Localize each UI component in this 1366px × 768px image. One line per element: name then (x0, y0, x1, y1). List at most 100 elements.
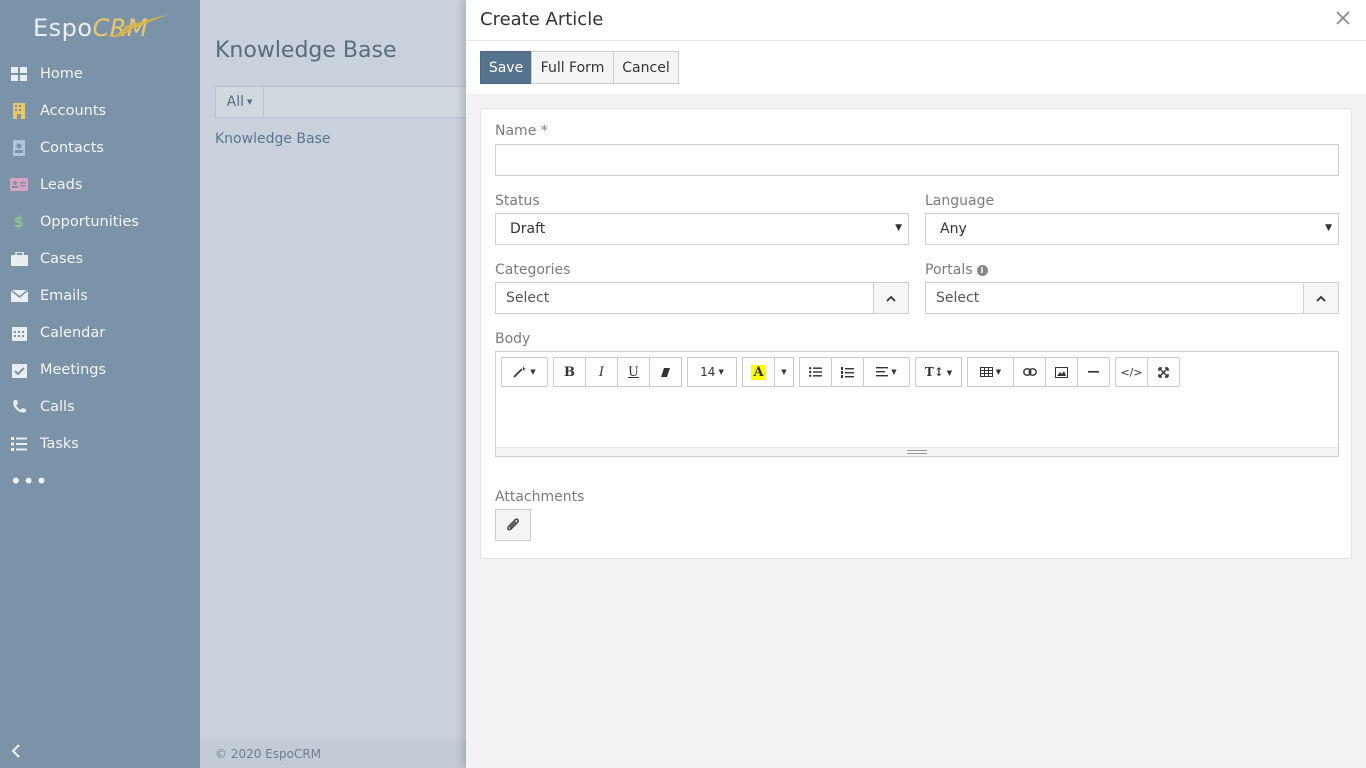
body-editor[interactable]: ▼ B I U 14 ▼ A ▼ ▼ T↕ ▼ ▼ </> (495, 351, 1339, 457)
link-button[interactable] (1013, 357, 1046, 387)
table-dropdown[interactable]: ▼ (967, 357, 1014, 387)
sidebar-item-label: Contacts (40, 139, 104, 156)
image-icon (1055, 366, 1068, 378)
sidebar-item-accounts[interactable]: Accounts (0, 92, 200, 129)
bold-button[interactable]: B (553, 357, 586, 387)
sidebar-item-calendar[interactable]: Calendar (0, 314, 200, 351)
info-icon[interactable]: i (976, 265, 988, 276)
language-label: Language (925, 193, 995, 209)
code-view-button[interactable]: </> (1115, 357, 1148, 387)
tasks-icon (10, 435, 28, 453)
minus-icon (1088, 371, 1099, 373)
paperclip-icon (507, 518, 519, 531)
sidebar-item-opportunities[interactable]: $ Opportunities (0, 203, 200, 240)
status-label: Status (495, 193, 540, 209)
portals-field[interactable]: Select (925, 282, 1339, 314)
align-icon (876, 367, 889, 377)
line-height-dropdown[interactable]: T↕ ▼ (915, 357, 962, 387)
list-ol-icon (841, 366, 854, 378)
style-button[interactable]: ▼ (501, 357, 548, 387)
cancel-button[interactable]: Cancel (613, 51, 679, 84)
table-icon (979, 367, 993, 377)
list-ul-icon (809, 367, 822, 377)
unordered-list-button[interactable] (799, 357, 832, 387)
chevron-up-icon (1316, 295, 1326, 302)
sidebar-item-emails[interactable]: Emails (0, 277, 200, 314)
briefcase-icon (10, 250, 28, 268)
sidebar-item-tasks[interactable]: Tasks (0, 425, 200, 462)
highlight-icon: A (751, 364, 766, 380)
sidebar-item-label: Calendar (40, 324, 106, 341)
sidebar-item-label: Emails (40, 287, 88, 304)
main-content: Knowledge Base All ▼ Knowledge Base © 202… (200, 0, 475, 768)
contact-icon (10, 139, 28, 157)
collapse-sidebar-icon[interactable] (10, 742, 22, 763)
sidebar-item-label: Meetings (40, 361, 107, 378)
chevron-up-icon (886, 295, 896, 302)
attach-file-button[interactable] (495, 509, 531, 541)
link-icon (1022, 368, 1037, 376)
language-select[interactable]: Any ▼ (925, 213, 1339, 245)
logo[interactable]: EspoCRM (33, 12, 173, 48)
sidebar-item-calls[interactable]: Calls (0, 388, 200, 425)
font-size-dropdown[interactable]: 14 ▼ (687, 357, 737, 387)
editor-resize-handle[interactable] (496, 447, 1338, 456)
ordered-list-button[interactable] (831, 357, 864, 387)
sidebar-item-meetings[interactable]: Meetings (0, 351, 200, 388)
categories-field[interactable]: Select (495, 282, 909, 314)
underline-button[interactable]: U (617, 357, 650, 387)
sidebar-item-label: Calls (40, 398, 75, 415)
portals-select-button[interactable] (1303, 283, 1338, 313)
chevron-down-icon: ▼ (895, 223, 902, 233)
full-form-button[interactable]: Full Form (531, 51, 614, 84)
phone-icon (10, 398, 28, 416)
attachments-label: Attachments (495, 489, 585, 505)
eraser-icon (661, 367, 670, 377)
sidebar-item-label: Home (40, 65, 83, 82)
close-icon[interactable] (1334, 9, 1352, 27)
sidebar-item-leads[interactable]: Leads (0, 166, 200, 203)
chevron-down-icon: ▼ (1325, 223, 1332, 233)
name-input[interactable] (495, 144, 1339, 176)
breadcrumb-link[interactable]: Knowledge Base (215, 131, 331, 147)
sidebar-item-label: Tasks (40, 435, 79, 452)
panel-header: Create Article (466, 0, 1366, 41)
filter-bar: All ▼ (215, 86, 475, 118)
status-value: Draft (510, 221, 546, 237)
eraser-button[interactable] (649, 357, 682, 387)
building-icon (10, 102, 28, 120)
body-label: Body (495, 331, 531, 347)
calendar-icon (10, 324, 28, 342)
color-dropdown[interactable]: ▼ (774, 357, 794, 387)
sidebar-item-label: Accounts (40, 102, 107, 119)
sidebar-item-home[interactable]: Home (0, 55, 200, 92)
article-form: Name * Status Draft ▼ Language Any ▼ Cat… (480, 108, 1352, 559)
sidebar: EspoCRM Home Accounts Contacts Leads $ O… (0, 0, 200, 768)
sidebar-item-contacts[interactable]: Contacts (0, 129, 200, 166)
italic-button[interactable]: I (585, 357, 618, 387)
categories-placeholder: Select (506, 290, 550, 306)
sidebar-nav: Home Accounts Contacts Leads $ Opportuni… (0, 55, 200, 499)
sidebar-item-label: Opportunities (40, 213, 139, 230)
align-dropdown[interactable]: ▼ (863, 357, 910, 387)
page-title: Knowledge Base (215, 38, 397, 63)
action-bar: Save Full Form Cancel (466, 41, 1366, 94)
resize-grip-icon (907, 450, 927, 454)
magic-icon (513, 366, 527, 378)
portals-label: Portals i (925, 262, 988, 278)
sidebar-more-button[interactable]: ••• (0, 462, 200, 499)
image-button[interactable] (1045, 357, 1078, 387)
envelope-icon (10, 287, 28, 305)
sidebar-item-label: Cases (40, 250, 84, 267)
horizontal-rule-button[interactable] (1077, 357, 1110, 387)
language-value: Any (940, 221, 967, 237)
create-article-panel: Create Article Save Full Form Cancel Nam… (466, 0, 1366, 768)
calendar-check-icon (10, 361, 28, 379)
highlight-color-button[interactable]: A (742, 357, 775, 387)
fullscreen-button[interactable] (1147, 357, 1180, 387)
filter-dropdown[interactable]: All ▼ (216, 87, 264, 117)
sidebar-item-cases[interactable]: Cases (0, 240, 200, 277)
categories-select-button[interactable] (873, 283, 908, 313)
save-button[interactable]: Save (480, 51, 532, 84)
status-select[interactable]: Draft ▼ (495, 213, 909, 245)
